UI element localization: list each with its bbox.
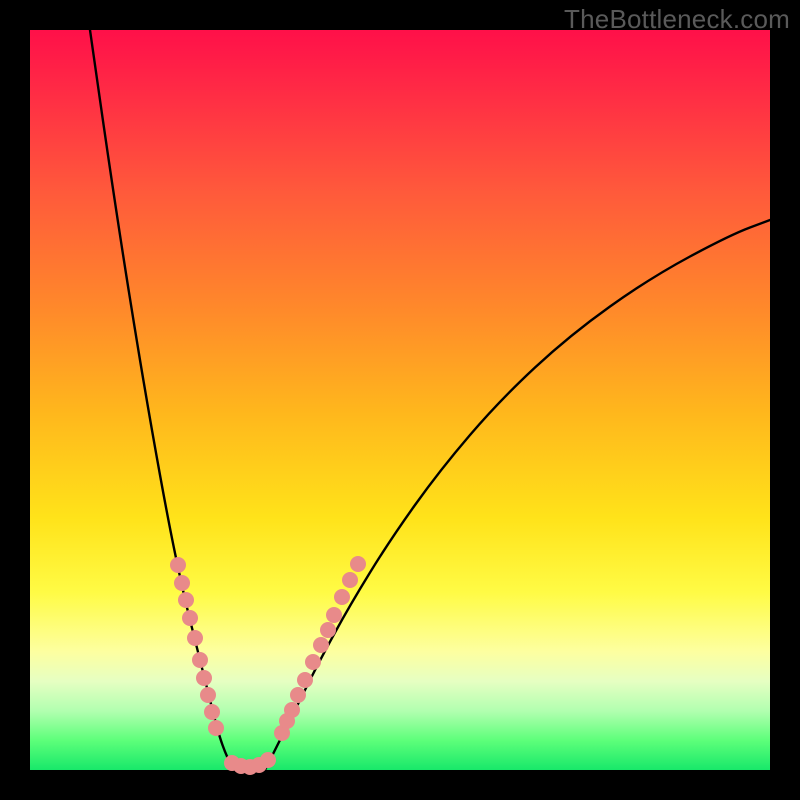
data-dot: [260, 752, 276, 768]
dots-bottom-group: [224, 752, 276, 775]
right-curve: [265, 220, 770, 770]
data-dot: [174, 575, 190, 591]
data-dot: [200, 687, 216, 703]
data-dot: [196, 670, 212, 686]
chart-svg: [30, 30, 770, 770]
data-dot: [187, 630, 203, 646]
data-dot: [313, 637, 329, 653]
data-dot: [204, 704, 220, 720]
data-dot: [284, 702, 300, 718]
data-dot: [170, 557, 186, 573]
data-dot: [350, 556, 366, 572]
data-dot: [342, 572, 358, 588]
data-dot: [208, 720, 224, 736]
data-dot: [334, 589, 350, 605]
left-curve: [90, 30, 235, 770]
data-dot: [305, 654, 321, 670]
data-dot: [182, 610, 198, 626]
watermark-text: TheBottleneck.com: [564, 4, 790, 35]
dots-right-group: [274, 556, 366, 741]
data-dot: [320, 622, 336, 638]
data-dot: [297, 672, 313, 688]
data-dot: [192, 652, 208, 668]
plot-area: [30, 30, 770, 770]
chart-frame: TheBottleneck.com: [0, 0, 800, 800]
data-dot: [178, 592, 194, 608]
data-dot: [326, 607, 342, 623]
data-dot: [290, 687, 306, 703]
